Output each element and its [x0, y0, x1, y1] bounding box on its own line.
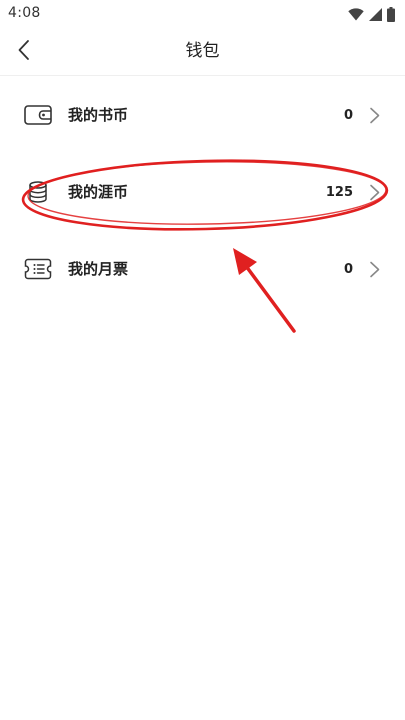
ticket-icon — [24, 257, 52, 281]
wallet-item-label: 我的书币 — [68, 106, 129, 124]
status-bar: 4:08 — [0, 0, 405, 28]
chevron-right-icon — [369, 184, 381, 201]
wallet-item-ya-coins[interactable]: 我的涯币 125 — [0, 154, 405, 231]
chevron-right-icon — [369, 107, 381, 124]
wallet-item-book-coins[interactable]: 我的书币 0 — [0, 77, 405, 154]
wallet-item-value: 0 — [343, 108, 353, 123]
header: 钱包 — [0, 28, 405, 76]
wallet-item-label: 我的月票 — [68, 260, 129, 278]
wifi-icon — [348, 7, 364, 21]
wallet-list: 我的书币 0 我的涯币 125 我的月票 0 — [0, 77, 405, 308]
wallet-item-label: 我的涯币 — [68, 183, 129, 201]
coin-stack-icon — [24, 180, 52, 204]
wallet-item-monthly-tickets[interactable]: 我的月票 0 — [0, 231, 405, 308]
chevron-right-icon — [369, 261, 381, 278]
battery-icon — [387, 6, 395, 22]
status-icons — [348, 6, 395, 22]
wallet-icon — [24, 103, 52, 127]
status-time: 4:08 — [8, 5, 41, 21]
wallet-item-value: 125 — [325, 185, 353, 200]
signal-icon — [369, 7, 382, 21]
wallet-item-value: 0 — [343, 262, 353, 277]
page-title: 钱包 — [185, 41, 220, 61]
